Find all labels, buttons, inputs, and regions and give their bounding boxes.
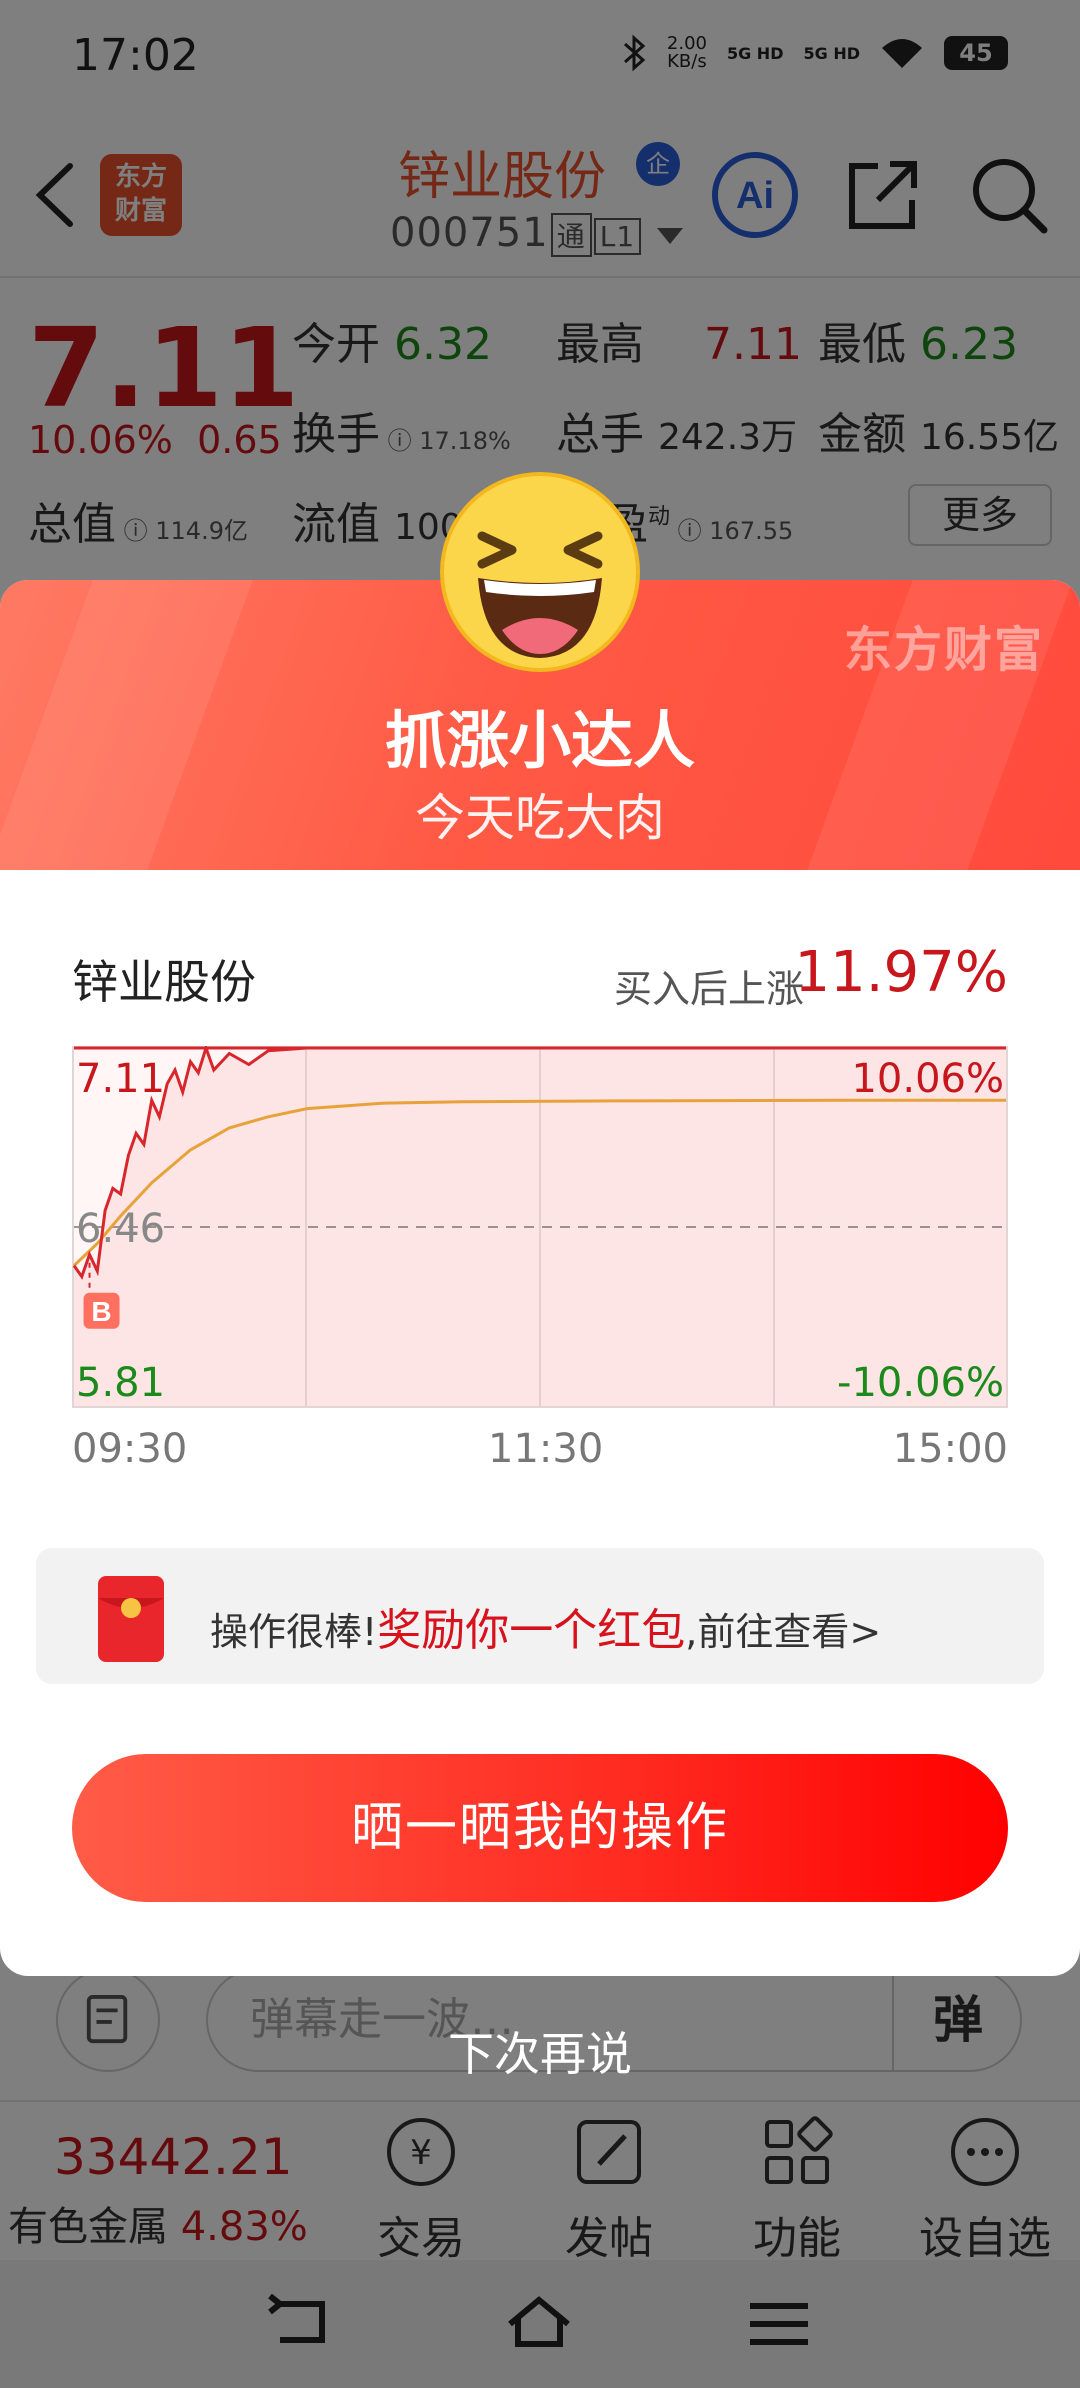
y-max-label: 7.11 bbox=[76, 1056, 165, 1102]
red-packet-text: 操作很棒!奖励你一个红包,前往查看> bbox=[210, 1605, 882, 1656]
x-tick-label: 15:00 bbox=[892, 1426, 1008, 1472]
popup-title: 抓涨小达人 bbox=[384, 704, 695, 777]
intraday-chart-svg: B 7.11 6.46 5.81 10.06% -10.06% bbox=[72, 1043, 1008, 1408]
y-mid-label: 6.46 bbox=[76, 1206, 165, 1252]
buy-marker-label: B bbox=[91, 1296, 111, 1327]
skip-button[interactable]: 下次再说 bbox=[0, 2018, 1080, 2084]
pct-max-label: 10.06% bbox=[851, 1056, 1004, 1102]
intraday-chart: B 7.11 6.46 5.81 10.06% -10.06% bbox=[72, 1043, 1008, 1408]
x-tick-label: 11:30 bbox=[488, 1426, 604, 1472]
x-tick-label: 09:30 bbox=[72, 1426, 188, 1472]
y-min-label: 5.81 bbox=[76, 1360, 165, 1406]
laughing-emoji-icon bbox=[440, 472, 640, 672]
brand-watermark: 东方财富 bbox=[843, 622, 1044, 678]
red-packet-banner[interactable]: 操作很棒!奖励你一个红包,前往查看> bbox=[36, 1548, 1044, 1684]
gain-value: 11.97% bbox=[794, 940, 1008, 1005]
popup-subtitle: 今天吃大肉 bbox=[415, 789, 665, 847]
red-envelope-icon bbox=[98, 1576, 164, 1662]
share-operation-button[interactable]: 晒一晒我的操作 bbox=[72, 1754, 1008, 1902]
pct-min-label: -10.06% bbox=[837, 1360, 1004, 1406]
achievement-popup: 东方财富 抓涨小达人 今天吃大肉 锌业股份 买入后上涨 11.97% B 7.1… bbox=[0, 580, 1080, 1976]
card-stock-name: 锌业股份 bbox=[72, 955, 256, 1009]
gain-label: 买入后上涨 bbox=[613, 967, 804, 1011]
